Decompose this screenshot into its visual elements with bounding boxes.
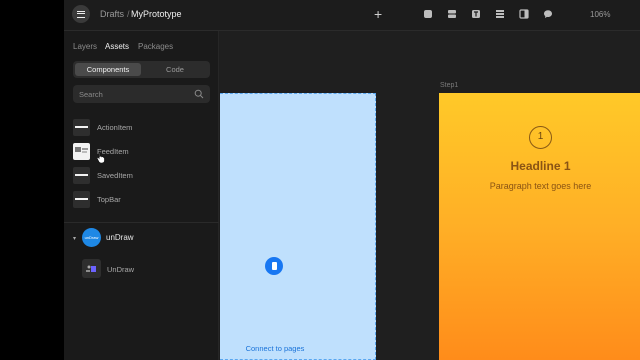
list-tool-icon[interactable]: [495, 9, 505, 19]
segment-components[interactable]: Components: [75, 63, 141, 76]
tab-assets[interactable]: Assets: [105, 42, 129, 51]
selected-frame[interactable]: Connect to pages: [220, 93, 376, 360]
library-item-label[interactable]: UnDraw: [107, 265, 134, 274]
tab-layers[interactable]: Layers: [73, 42, 97, 51]
tab-packages[interactable]: Packages: [138, 42, 173, 51]
zoom-level[interactable]: 106%: [590, 10, 610, 19]
component-thumbnail: [73, 119, 90, 136]
frame-headline: Headline 1: [510, 159, 571, 173]
component-label: ActionItem: [97, 123, 133, 132]
illustration-icon: [86, 265, 96, 272]
breadcrumb-separator: /: [127, 9, 130, 19]
step-frame[interactable]: 1 Headline 1 Paragraph text goes here: [439, 93, 640, 360]
search-icon: [194, 89, 204, 99]
breadcrumb-drafts[interactable]: Drafts: [100, 9, 124, 19]
rectangle-tool-icon[interactable]: [423, 9, 433, 19]
component-thumbnail: [73, 191, 90, 208]
hamburger-icon: [77, 10, 85, 18]
component-label: SavedItem: [97, 171, 133, 180]
component-item-topbar[interactable]: TopBar: [73, 191, 210, 209]
step-number-badge: 1: [529, 126, 552, 149]
add-icon[interactable]: +: [374, 7, 382, 21]
library-item-thumbnail[interactable]: [82, 259, 101, 278]
component-label: TopBar: [97, 195, 121, 204]
connect-pages-icon[interactable]: [265, 257, 283, 275]
design-canvas[interactable]: Connect to pages Step1 1 Headline 1 Para…: [220, 31, 640, 360]
layout-tool-icon[interactable]: [519, 9, 529, 19]
left-sidebar: Layers Assets Packages Components Code S…: [64, 31, 219, 360]
assets-segmented-control: Components Code: [73, 61, 210, 78]
app-window: Drafts / MyPrototype + 106% Layers Asset…: [64, 0, 640, 360]
hand-cursor-icon: [96, 151, 105, 163]
stack-tool-icon[interactable]: [447, 9, 457, 19]
top-bar: Drafts / MyPrototype + 106%: [64, 0, 640, 31]
connect-to-pages-link[interactable]: Connect to pages: [220, 344, 330, 353]
component-item-actionitem[interactable]: ActionItem: [73, 119, 210, 137]
frame-paragraph: Paragraph text goes here: [489, 181, 592, 191]
menu-button[interactable]: [72, 5, 90, 23]
search-placeholder: Search: [79, 90, 103, 99]
segment-code[interactable]: Code: [142, 63, 208, 76]
section-divider: [64, 222, 219, 223]
frame-label[interactable]: Step1: [440, 82, 458, 89]
comment-tool-icon[interactable]: [543, 9, 553, 19]
component-item-feeditem[interactable]: FeedItem: [73, 143, 210, 161]
library-avatar[interactable]: unDraw: [82, 228, 101, 247]
breadcrumb-current-project[interactable]: MyPrototype: [131, 9, 182, 19]
component-item-saveditem[interactable]: SavedItem: [73, 167, 210, 185]
text-tool-icon[interactable]: [471, 9, 481, 19]
chevron-down-icon[interactable]: ▾: [73, 235, 76, 242]
component-thumbnail: [73, 143, 90, 160]
component-thumbnail: [73, 167, 90, 184]
library-name[interactable]: unDraw: [106, 233, 134, 242]
search-input[interactable]: Search: [73, 85, 210, 103]
